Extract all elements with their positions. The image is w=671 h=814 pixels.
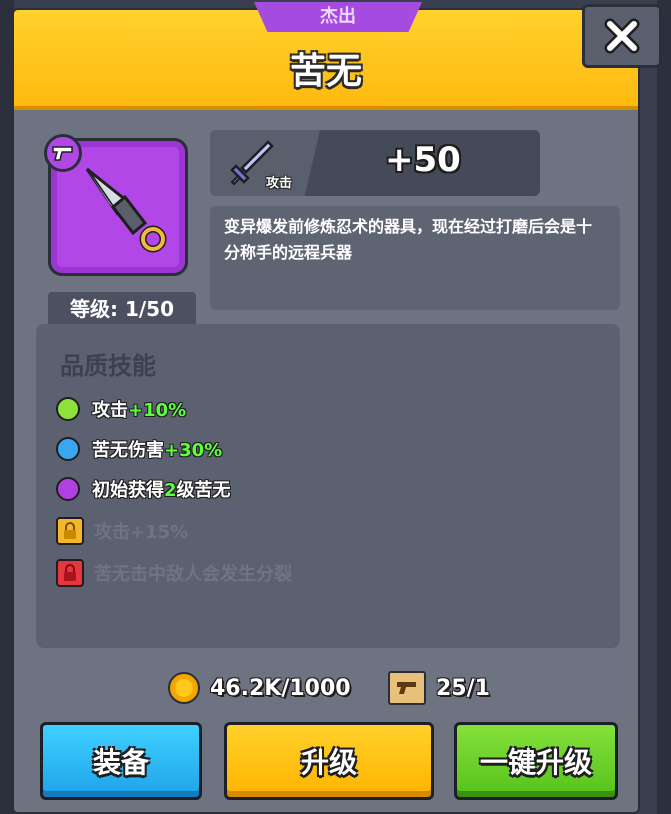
panel-header: 杰出 苦无: [14, 2, 638, 110]
quality-skills-panel: 品质技能 攻击+10% 苦无伤害+30% 初始获得2级苦无 攻击+15% 苦无击…: [36, 324, 620, 648]
skill-row: 攻击+10%: [56, 394, 186, 424]
upgrade-button[interactable]: 升级: [224, 722, 434, 800]
skill-text: 苦无伤害: [92, 440, 164, 461]
stat-value: +50: [385, 140, 461, 180]
item-detail-panel: 杰出 苦无 等级: 1/50 攻击 +50 变异爆发前修炼忍术的器具，现在经过打…: [12, 2, 662, 814]
locked-skill-text: 苦无击中敌人会发生分裂: [94, 564, 292, 585]
lock-icon: [56, 517, 84, 545]
one-click-upgrade-button[interactable]: 一键升级: [454, 722, 618, 800]
rarity-tab: 杰出: [254, 2, 422, 32]
skill-text: 初始获得: [92, 480, 164, 501]
item-description: 变异爆发前修炼忍术的器具，现在经过打磨后会是十分称手的远程兵器: [210, 206, 620, 310]
close-icon: [604, 18, 640, 54]
weapon-type-badge: [44, 134, 82, 172]
purple-dot-icon: [56, 477, 80, 501]
item-title: 苦无: [289, 51, 362, 92]
skill-row: 苦无伤害+30%: [56, 434, 222, 464]
blueprint-amount: 25/1: [436, 675, 490, 701]
blueprint-scroll-icon: [388, 671, 426, 705]
coin-icon: [168, 672, 200, 704]
close-button[interactable]: [582, 4, 662, 68]
item-level: 等级: 1/50: [48, 292, 196, 326]
skill-text: 攻击: [92, 400, 128, 421]
skill-highlight: +30%: [164, 440, 223, 461]
blueprint-cost: 25/1: [388, 670, 490, 706]
green-dot-icon: [56, 397, 80, 421]
skill-row: 初始获得2级苦无: [56, 474, 231, 504]
skill-row-locked: 苦无击中敌人会发生分裂: [56, 558, 292, 588]
locked-skill-text: 攻击+15%: [94, 522, 189, 543]
equip-button[interactable]: 装备: [40, 722, 202, 800]
gun-icon: [52, 146, 73, 161]
coin-amount: 46.2K/1000: [210, 675, 351, 701]
background-right: [657, 0, 671, 814]
skill-highlight: +10%: [128, 400, 187, 421]
skill-highlight: 2: [164, 480, 177, 501]
stat-label: 攻击: [266, 176, 293, 191]
skill-text-suffix: 级苦无: [176, 480, 231, 501]
coin-cost: 46.2K/1000: [168, 670, 351, 706]
blue-dot-icon: [56, 437, 80, 461]
skill-row-locked: 攻击+15%: [56, 516, 188, 546]
skills-title: 品质技能: [60, 352, 156, 380]
attack-stat-bar: 攻击 +50: [210, 130, 540, 196]
lock-icon: [56, 559, 84, 587]
